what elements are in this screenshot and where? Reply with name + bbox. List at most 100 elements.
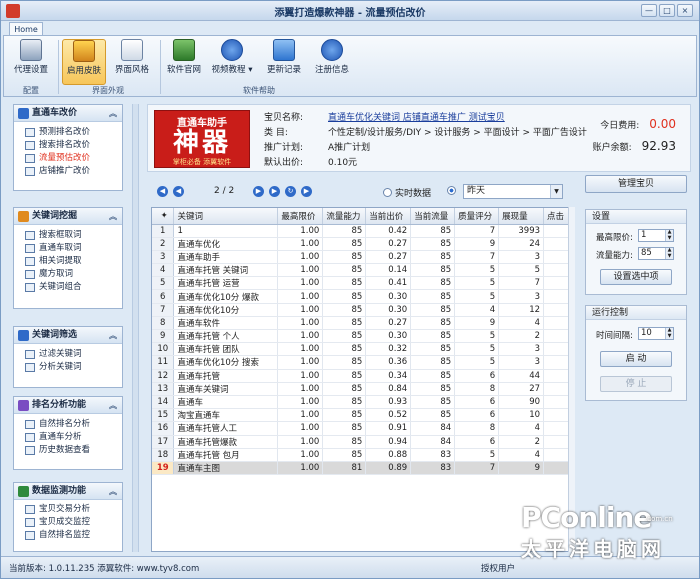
column-header-current-traffic[interactable]: 当前流量 xyxy=(410,208,456,225)
proxy-settings-button[interactable]: 代理设置 xyxy=(10,39,52,85)
table-cell: 1.00 xyxy=(277,382,324,396)
register-info-button[interactable]: 注册信息 xyxy=(310,39,354,85)
sidebar-item[interactable]: 自然排名分析 xyxy=(14,418,122,431)
sidebar-item[interactable]: 直通车取词 xyxy=(14,242,122,255)
column-header-current-bid[interactable]: 当前出价 xyxy=(365,208,412,225)
prev-page-button[interactable]: ◀ xyxy=(173,186,184,197)
table-row[interactable]: 10 直通车托管 团队 1.00 85 0.32 85 5 3 xyxy=(152,342,574,357)
table-row[interactable]: 12 直通车托管 1.00 85 0.34 85 6 44 xyxy=(152,369,574,383)
radio-realtime[interactable]: 实时数据 xyxy=(383,186,431,199)
table-cell: 1.00 xyxy=(277,355,324,370)
section-header[interactable]: 关键词挖掘 ︽ xyxy=(14,208,122,225)
table-cell: 0.27 xyxy=(365,237,412,251)
table-cell: 85 xyxy=(322,237,367,251)
table-cell: 5 xyxy=(454,355,500,370)
table-row[interactable]: 18 直通车托管 包月 1.00 85 0.88 83 5 4 xyxy=(152,448,574,462)
max-price-input[interactable]: 1 ▲ ▼ xyxy=(638,229,674,242)
first-page-button[interactable]: ◀ xyxy=(157,186,168,197)
column-header-max-price[interactable]: 最高限价 xyxy=(277,208,324,225)
traffic-input[interactable]: 85 ▲ ▼ xyxy=(638,247,674,260)
panel-splitter[interactable] xyxy=(132,104,139,552)
collapse-icon[interactable]: ︽ xyxy=(109,208,117,225)
date-select[interactable]: 昨天 ▼ xyxy=(463,184,563,199)
traffic-label: 流量能力: xyxy=(596,251,633,261)
table-row[interactable]: 9 直通车托管 个人 1.00 85 0.30 85 5 2 xyxy=(152,329,574,344)
table-row[interactable]: 15 淘宝直通车 1.00 85 0.52 85 6 10 xyxy=(152,408,574,423)
table-row[interactable]: 11 直通车优化10分 搜索 1.00 85 0.36 85 5 3 xyxy=(152,355,574,370)
column-header-impressions[interactable]: 展现量 xyxy=(498,208,545,225)
spinner-arrows-icon[interactable]: ▲ ▼ xyxy=(665,327,673,339)
collapse-icon[interactable]: ︽ xyxy=(109,397,117,414)
sidebar-item[interactable]: 搜索框取词 xyxy=(14,229,122,242)
sidebar-item[interactable]: 宝贝成交监控 xyxy=(14,516,122,529)
sidebar-item[interactable]: 直通车分析 xyxy=(14,431,122,444)
table-row[interactable]: 5 直通车托管 运营 1.00 85 0.41 85 5 7 xyxy=(152,276,574,291)
product-name-link[interactable]: 直通车优化关键词 店铺直通车推广 测试宝贝 xyxy=(328,113,505,123)
sidebar-item[interactable]: 宝贝交易分析 xyxy=(14,503,122,516)
radio-yesterday[interactable] xyxy=(447,186,459,197)
sidebar-item[interactable]: 魔方取词 xyxy=(14,268,122,281)
column-header-keyword[interactable]: 关键词 xyxy=(173,208,279,225)
table-cell: 85 xyxy=(410,263,456,278)
table-row[interactable]: 7 直通车优化10分 1.00 85 0.30 85 4 12 xyxy=(152,303,574,317)
refresh-button[interactable]: ↻ xyxy=(285,186,296,197)
manage-items-button[interactable]: 管理宝贝 xyxy=(585,175,687,193)
table-cell: 3 xyxy=(498,250,545,265)
sidebar-item[interactable]: 过滤关键词 xyxy=(14,348,122,361)
table-cell: 直通车助手 xyxy=(173,250,279,265)
official-site-button[interactable]: 软件官网 xyxy=(164,39,204,85)
interval-input[interactable]: 10 ▲ ▼ xyxy=(638,327,674,340)
spinner-arrows-icon[interactable]: ▲ ▼ xyxy=(665,229,673,241)
minimize-button[interactable]: — xyxy=(641,4,657,17)
table-row[interactable]: 16 直通车托管人工 1.00 85 0.91 84 8 4 xyxy=(152,421,574,436)
stop-button[interactable]: 停 止 xyxy=(600,376,672,392)
table-cell: 7 xyxy=(454,461,500,476)
last-page-button[interactable]: ▶ xyxy=(269,186,280,197)
close-button[interactable]: × xyxy=(677,4,693,17)
sidebar-item[interactable]: 店铺推广改价 xyxy=(14,165,122,178)
next-page-button[interactable]: ▶ xyxy=(253,186,264,197)
sidebar-item[interactable]: 分析关键词 xyxy=(14,361,122,374)
settings-box: 设置 最高限价: 1 ▲ ▼ 流量能力: 85 ▲ ▼ 设置选中项 xyxy=(585,209,687,295)
sidebar-item[interactable]: 历史数据查看 xyxy=(14,444,122,457)
table-row[interactable]: 4 直通车托管 关键词 1.00 85 0.14 85 5 5 xyxy=(152,263,574,278)
collapse-icon[interactable]: ︽ xyxy=(109,105,117,122)
section-header[interactable]: 数据监测功能 ︽ xyxy=(14,483,122,500)
ui-style-button[interactable]: 界面风格 xyxy=(110,39,154,85)
video-tutorial-button[interactable]: 视频教程 ▾ xyxy=(206,39,258,85)
maximize-button[interactable]: □ xyxy=(659,4,675,17)
table-row[interactable]: 8 直通车软件 1.00 85 0.27 85 9 4 xyxy=(152,316,574,331)
grid-toolbar: ◀ ◀ 2 / 2 ▶ ▶ ↻ ▶ 实时数据 昨天 ▼ xyxy=(151,181,575,203)
table-row-selected[interactable]: 19 直通车主图 1.00 81 0.89 83 7 9 xyxy=(152,461,574,476)
sidebar-item[interactable]: 自然排名监控 xyxy=(14,529,122,542)
section-header[interactable]: 排名分析功能 ︽ xyxy=(14,397,122,414)
enable-skin-button[interactable]: 启用皮肤 xyxy=(62,39,106,85)
column-header-quality-score[interactable]: 质量评分 xyxy=(454,208,500,225)
table-row[interactable]: 6 直通车优化10分 爆款 1.00 85 0.30 85 5 3 xyxy=(152,289,574,304)
collapse-icon[interactable]: ︽ xyxy=(109,327,117,344)
update-log-button[interactable]: 更新记录 xyxy=(262,39,306,85)
tab-home[interactable]: Home xyxy=(9,22,43,36)
table-row[interactable]: 14 直通车 1.00 85 0.93 85 6 90 xyxy=(152,395,574,410)
sidebar-item[interactable]: 关键词组合 xyxy=(14,281,122,294)
column-header-traffic[interactable]: 流量能力 xyxy=(322,208,367,225)
start-button[interactable]: 启 动 xyxy=(600,351,672,367)
table-row[interactable]: 17 直通车托管爆款 1.00 85 0.94 84 6 2 xyxy=(152,435,574,449)
row-number-header[interactable]: ✦ xyxy=(152,208,175,225)
sidebar-item[interactable]: 预测排名改价 xyxy=(14,126,122,139)
sidebar-item[interactable]: 搜索排名改价 xyxy=(14,139,122,152)
sidebar-item-active[interactable]: 流量预估改价 xyxy=(14,152,122,165)
sidebar-item[interactable]: 相关词提取 xyxy=(14,255,122,268)
table-cell: 1.00 xyxy=(277,369,324,383)
next-arrow-button[interactable]: ▶ xyxy=(301,186,312,197)
section-header[interactable]: 关键词筛选 ︽ xyxy=(14,327,122,344)
table-row[interactable]: 1 1 1.00 85 0.42 85 7 3993 xyxy=(152,224,574,238)
apply-selected-button[interactable]: 设置选中项 xyxy=(600,269,672,285)
table-row[interactable]: 13 直通车关键词 1.00 85 0.84 85 8 27 xyxy=(152,382,574,396)
collapse-icon[interactable]: ︽ xyxy=(109,483,117,500)
spinner-arrows-icon[interactable]: ▲ ▼ xyxy=(665,247,673,259)
table-row[interactable]: 3 直通车助手 1.00 85 0.27 85 7 3 xyxy=(152,250,574,265)
table-row[interactable]: 2 直通车优化 1.00 85 0.27 85 9 24 xyxy=(152,237,574,251)
info-icon xyxy=(321,39,343,61)
section-header[interactable]: 直通车改价 ︽ xyxy=(14,105,122,122)
